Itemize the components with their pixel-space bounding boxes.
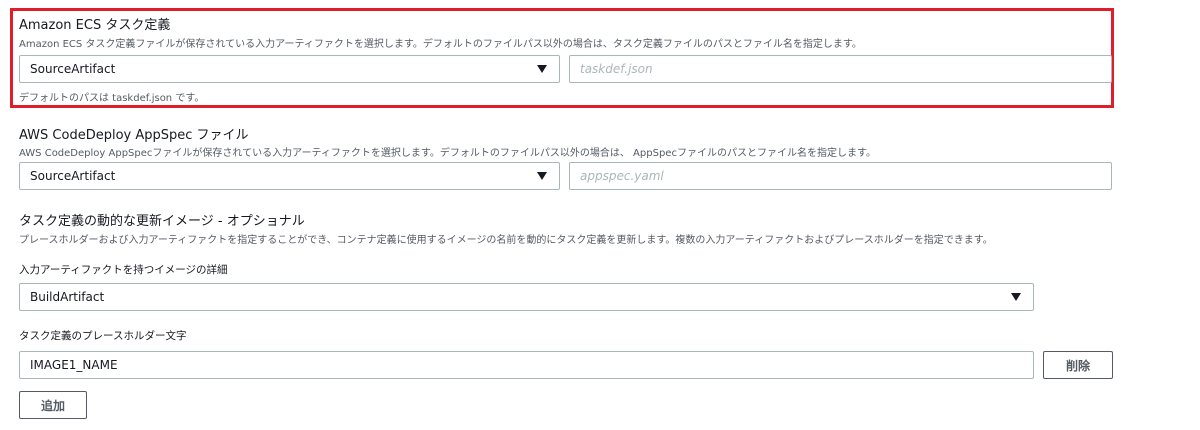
image-details-label: 入力アーティファクトを持つイメージの詳細 [19,264,228,276]
ecs-taskdef-path-input[interactable] [569,55,1112,83]
appspec-path-input[interactable] [569,162,1112,190]
appspec-artifact-value: SourceArtifact [30,169,116,183]
appspec-artifact-select[interactable]: SourceArtifact [19,162,560,190]
appspec-description: AWS CodeDeploy AppSpecファイルが保存されている入力アーティ… [19,148,876,159]
image-details-value: BuildArtifact [30,290,105,304]
caret-down-icon [1011,293,1021,301]
ecs-artifact-value: SourceArtifact [30,62,116,76]
codepipeline-deploy-settings: Amazon ECS タスク定義 Amazon ECS タスク定義ファイルが保存… [0,0,1200,430]
remove-button[interactable]: 削除 [1043,351,1113,379]
ecs-task-definition-description: Amazon ECS タスク定義ファイルが保存されている入力アーティファクトを選… [19,39,862,50]
image-details-select[interactable]: BuildArtifact [19,283,1034,311]
add-button[interactable]: 追加 [19,391,87,419]
caret-down-icon [537,65,547,73]
caret-down-icon [537,172,547,180]
placeholder-label: タスク定義のプレースホルダー文字 [19,330,187,342]
placeholder-input[interactable] [19,351,1034,379]
ecs-artifact-select[interactable]: SourceArtifact [19,55,560,83]
ecs-taskdef-helper-text: デフォルトのパスは taskdef.json です。 [19,93,205,104]
appspec-label: AWS CodeDeploy AppSpec ファイル [19,128,249,143]
dynamic-image-title: タスク定義の動的な更新イメージ - オプショナル [19,214,305,229]
dynamic-image-description: プレースホルダーおよび入力アーティファクトを指定することができ、コンテナ定義に使… [19,235,993,246]
ecs-task-definition-label: Amazon ECS タスク定義 [19,18,171,33]
